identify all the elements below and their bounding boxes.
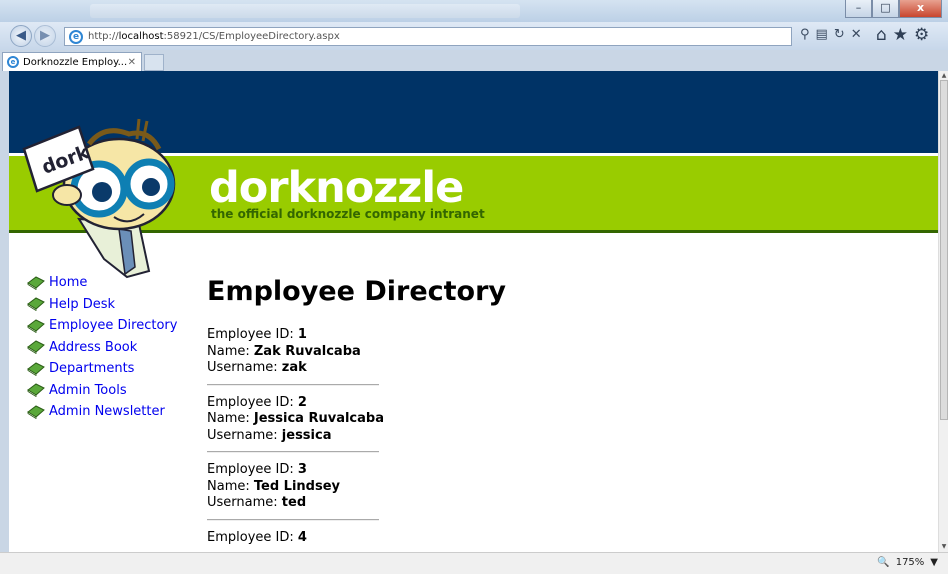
- stop-icon[interactable]: ✕: [851, 27, 862, 42]
- employee-record: Employee ID: 2 Name: Jessica Ruvalcaba U…: [207, 395, 506, 445]
- vertical-scrollbar[interactable]: ▲ ▼: [938, 71, 948, 552]
- employee-name-value: Ted Lindsey: [253, 478, 340, 494]
- record-separator: [207, 451, 379, 453]
- book-icon: [27, 319, 45, 333]
- status-bar: 🔍 175% ▼: [0, 552, 948, 574]
- chevron-down-icon[interactable]: ▼: [930, 557, 938, 568]
- home-icon[interactable]: ⌂: [876, 25, 887, 45]
- dork-mascot-logo: dork: [22, 118, 176, 279]
- refresh-icon[interactable]: ↻: [834, 27, 845, 42]
- scrollbar-thumb[interactable]: [940, 80, 948, 420]
- employee-id-value: 1: [297, 327, 307, 342]
- scroll-up-arrow-icon[interactable]: ▲: [939, 72, 948, 80]
- menu-item-admin-tools[interactable]: Admin Tools: [27, 380, 177, 402]
- menu-item-help-desk[interactable]: Help Desk: [27, 294, 177, 316]
- site-brand: dorknozzle: [209, 163, 464, 213]
- menu-link-home[interactable]: Home: [49, 275, 87, 290]
- side-menu: Home Help Desk Employee Directory Addres…: [27, 272, 177, 423]
- zoom-control[interactable]: 🔍 175% ▼: [877, 557, 938, 568]
- tab-dorknozzle[interactable]: e Dorknozzle Employ... ✕: [2, 52, 142, 71]
- page-viewport: dorknozzle the official dorknozzle compa…: [9, 71, 938, 552]
- site-tagline: the official dorknozzle company intranet: [211, 207, 485, 221]
- back-button[interactable]: ◀: [10, 25, 32, 47]
- menu-link-address-book[interactable]: Address Book: [49, 340, 137, 355]
- employee-username-value: zak: [281, 360, 307, 375]
- employee-username-label: Username:: [207, 495, 282, 510]
- favorites-icon[interactable]: ★: [893, 25, 908, 45]
- book-icon: [27, 405, 45, 419]
- window-titlebar: – □ x: [0, 0, 948, 22]
- employee-id-label: Employee ID:: [207, 529, 298, 545]
- url-host: localhost: [118, 31, 164, 42]
- employee-username-label: Username:: [207, 360, 282, 375]
- employee-username-label: Username:: [207, 427, 282, 443]
- zoom-icon: 🔍: [877, 557, 890, 568]
- employee-name-value: Jessica Ruvalcaba: [253, 411, 384, 426]
- menu-item-address-book[interactable]: Address Book: [27, 337, 177, 359]
- book-icon: [27, 383, 45, 398]
- main-content: Employee Directory Employee ID: 1 Name: …: [207, 276, 506, 546]
- menu-link-admin-newsletter[interactable]: Admin Newsletter: [49, 404, 165, 419]
- url-path: :58921/CS/EmployeeDirectory.aspx: [163, 31, 340, 42]
- employee-name-label: Name:: [207, 411, 254, 426]
- url-prefix: http://: [88, 31, 119, 42]
- titlebar-ghost-tabs: [90, 4, 520, 18]
- zoom-level: 175%: [895, 557, 925, 568]
- book-icon: [27, 362, 45, 376]
- window-controls: – □ x: [845, 0, 942, 18]
- tab-title: Dorknozzle Employ...: [23, 56, 128, 68]
- forward-button[interactable]: ▶: [34, 25, 56, 47]
- new-tab-button[interactable]: [144, 54, 164, 71]
- employee-record: Employee ID: 4: [207, 530, 506, 547]
- menu-link-admin-tools[interactable]: Admin Tools: [49, 383, 127, 398]
- close-tab-icon[interactable]: ✕: [128, 57, 136, 68]
- record-separator: [207, 518, 379, 521]
- employee-id-value: 4: [297, 529, 307, 545]
- employee-id-label: Employee ID:: [207, 394, 298, 410]
- employee-id-label: Employee ID:: [207, 327, 298, 342]
- page-title: Employee Directory: [207, 276, 507, 307]
- employee-record: Employee ID: 3 Name: Ted Lindsey Usernam…: [207, 462, 506, 512]
- employee-id-label: Employee ID:: [207, 462, 298, 477]
- maximize-button[interactable]: □: [872, 0, 899, 18]
- menu-item-employee-directory[interactable]: Employee Directory: [27, 315, 177, 337]
- ie-tab-icon: e: [7, 56, 19, 68]
- book-icon: [27, 340, 45, 355]
- employee-id-value: 2: [297, 394, 307, 410]
- search-icon[interactable]: ⚲: [800, 27, 810, 42]
- minimize-button[interactable]: –: [845, 0, 872, 18]
- ie-page-icon: e: [69, 29, 83, 44]
- address-bar[interactable]: e http://localhost:58921/CS/EmployeeDire…: [64, 27, 792, 46]
- menu-item-home[interactable]: Home: [27, 272, 177, 294]
- menu-link-help-desk[interactable]: Help Desk: [49, 297, 115, 312]
- address-tools: ⚲ ▤ ↻ ✕: [800, 27, 862, 42]
- employee-record: Employee ID: 1 Name: Zak Ruvalcaba Usern…: [207, 327, 506, 377]
- menu-link-departments[interactable]: Departments: [49, 361, 134, 376]
- close-button[interactable]: x: [899, 0, 942, 18]
- menu-link-employee-directory[interactable]: Employee Directory: [49, 318, 177, 333]
- employee-username-value: ted: [281, 495, 307, 510]
- employee-name-label: Name:: [207, 343, 254, 359]
- gear-icon[interactable]: ⚙: [914, 25, 929, 45]
- employee-name-value: Zak Ruvalcaba: [253, 343, 361, 359]
- employee-id-value: 3: [297, 462, 307, 477]
- record-separator: [207, 383, 379, 386]
- menu-item-departments[interactable]: Departments: [27, 358, 177, 380]
- employee-username-value: jessica: [281, 427, 332, 443]
- menu-item-admin-newsletter[interactable]: Admin Newsletter: [27, 401, 177, 423]
- browser-tools: ⌂ ★ ⚙: [876, 25, 929, 45]
- tab-bar: e Dorknozzle Employ... ✕: [0, 50, 948, 71]
- navigation-bar: ◀ ▶ e http://localhost:58921/CS/Employee…: [0, 22, 948, 50]
- scroll-down-arrow-icon[interactable]: ▼: [939, 543, 948, 551]
- compatibility-icon[interactable]: ▤: [816, 27, 828, 42]
- book-icon: [27, 297, 45, 312]
- book-icon: [27, 276, 45, 290]
- employee-name-label: Name:: [207, 478, 254, 494]
